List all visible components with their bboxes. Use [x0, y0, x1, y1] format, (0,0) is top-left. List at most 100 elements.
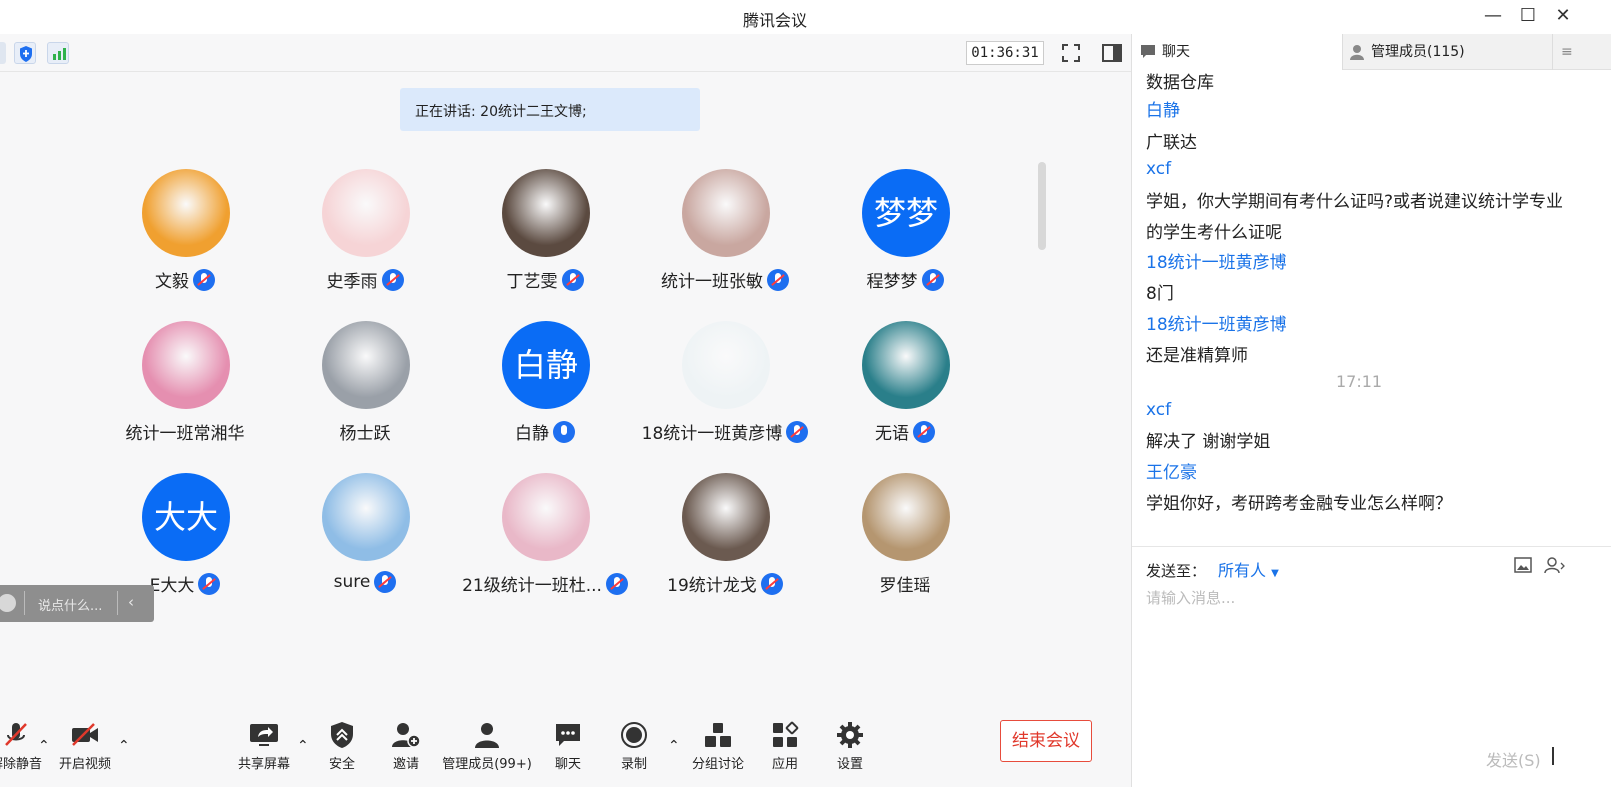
- participant-tile[interactable]: 无语: [815, 321, 995, 461]
- chat-tab-icon: [1141, 45, 1155, 58]
- tab-chat[interactable]: 聊天: [1132, 34, 1342, 70]
- participant-name: 程梦梦: [866, 272, 918, 292]
- manage-members-label: 管理成员(99+): [442, 757, 532, 772]
- apps-icon: [769, 720, 801, 750]
- video-options-chevron-icon[interactable]: ⌃: [118, 738, 130, 754]
- mic-muted-icon: [767, 268, 789, 291]
- message-text: 解决了 谢谢学姐: [1146, 432, 1271, 452]
- participant-tile[interactable]: 18统计一班黄彦博: [635, 321, 815, 461]
- participant-tile[interactable]: 罗佳瑶: [815, 473, 995, 613]
- minimize-icon[interactable]: —: [1480, 4, 1506, 28]
- message-sender[interactable]: 18统计一班黄彦博: [1146, 248, 1287, 273]
- record-button[interactable]: 录制: [614, 720, 654, 772]
- participant-name-row: 无语: [815, 419, 995, 444]
- image-icon[interactable]: [1514, 557, 1532, 577]
- chat-button[interactable]: 聊天: [548, 720, 588, 772]
- message-text: 还是准精算师: [1146, 346, 1248, 366]
- sidebar-toggle-icon[interactable]: [1101, 42, 1123, 64]
- apps-button[interactable]: 应用: [765, 720, 805, 772]
- participant-name: 统计一班张敏: [661, 272, 763, 292]
- participant-tile[interactable]: 杨士跃: [275, 321, 455, 461]
- recipient-value: 所有人: [1218, 561, 1267, 580]
- breakout-button[interactable]: 分组讨论: [690, 720, 746, 772]
- participant-name: E大大: [149, 576, 195, 596]
- breakout-icon: [702, 720, 734, 750]
- tab-members-label: 管理成员(115): [1371, 44, 1465, 60]
- recipient-select[interactable]: 所有人 ▼: [1218, 561, 1279, 580]
- send-button[interactable]: 发送(S): [1486, 747, 1541, 771]
- participant-tile[interactable]: 统计一班张敏: [635, 169, 815, 309]
- participant-tile[interactable]: 21级统计一班杜...: [455, 473, 635, 613]
- security-label: 安全: [328, 757, 355, 772]
- mic-muted-icon: [760, 572, 783, 595]
- avatar: [862, 473, 950, 561]
- share-options-chevron-icon[interactable]: ⌃: [297, 738, 309, 754]
- participant-tile[interactable]: sure: [275, 473, 455, 613]
- gear-icon: [834, 720, 866, 750]
- message-input[interactable]: 请输入消息...: [1146, 587, 1235, 608]
- quick-chat-bubble[interactable]: 说点什么... ‹: [0, 585, 154, 622]
- manage-members-button[interactable]: 管理成员(99+): [441, 720, 533, 772]
- speaking-indicator: 正在讲话: 20统计二王文博;: [400, 88, 700, 131]
- title-bar: 腾讯会议 — ☐ ✕: [0, 0, 1611, 34]
- shield-icon[interactable]: [14, 42, 36, 64]
- participant-name: 罗佳瑶: [879, 576, 931, 596]
- participant-tile[interactable]: 丁艺雯: [455, 169, 635, 309]
- participant-name: 杨士跃: [339, 424, 391, 444]
- emoji-icon[interactable]: [0, 594, 16, 612]
- participant-name-row: 21级统计一班杜...: [455, 571, 635, 596]
- mic-muted-icon: [381, 268, 404, 291]
- security-button[interactable]: 安全: [322, 720, 362, 772]
- participant-tile[interactable]: 文毅: [95, 169, 275, 309]
- apps-label: 应用: [771, 757, 798, 772]
- message-sender[interactable]: 18统计一班黄彦博: [1146, 310, 1287, 335]
- audio-options-chevron-icon[interactable]: ⌃: [38, 738, 50, 754]
- signal-icon[interactable]: [47, 42, 69, 64]
- grid-scrollbar[interactable]: [1038, 162, 1046, 250]
- close-icon[interactable]: ✕: [1550, 4, 1576, 28]
- message-sender[interactable]: xcf: [1146, 159, 1171, 179]
- send-to-label: 发送至：: [1146, 562, 1207, 580]
- settings-button[interactable]: 设置: [830, 720, 870, 772]
- participant-name-row: 杨士跃: [275, 419, 455, 444]
- quick-chat-placeholder: 说点什么...: [38, 599, 103, 614]
- participant-tile[interactable]: 史季雨: [275, 169, 455, 309]
- info-icon[interactable]: [0, 42, 6, 64]
- members-icon: [471, 720, 503, 750]
- avatar: [322, 169, 410, 257]
- tab-members[interactable]: 管理成员(115): [1342, 34, 1552, 70]
- participant-name-row: 罗佳瑶: [815, 571, 995, 596]
- participant-tile[interactable]: 统计一班常湘华: [95, 321, 275, 461]
- chat-label: 聊天: [554, 757, 581, 772]
- panel-menu-icon[interactable]: ≡: [1552, 34, 1611, 70]
- message-sender[interactable]: 王亿豪: [1146, 458, 1197, 483]
- participant-name-row: 文毅: [95, 267, 275, 292]
- record-icon: [618, 720, 650, 750]
- participant-tile[interactable]: 梦梦 程梦梦: [815, 169, 995, 309]
- chat-icon: [552, 720, 584, 750]
- share-screen-icon: [248, 720, 280, 750]
- start-video-button[interactable]: 开启视频: [55, 720, 115, 772]
- avatar: [682, 473, 770, 561]
- collapse-icon[interactable]: ‹: [128, 593, 134, 611]
- file-share-icon[interactable]: [1544, 557, 1566, 577]
- participant-tile[interactable]: 19统计龙戈: [635, 473, 815, 613]
- invite-button[interactable]: 邀请: [386, 720, 426, 772]
- message-timestamp: 17:11: [1336, 372, 1383, 391]
- participant-tile[interactable]: 白静 白静: [455, 321, 635, 461]
- avatar: [502, 169, 590, 257]
- participant-name: 18统计一班黄彦博: [641, 424, 783, 444]
- message-sender[interactable]: 白静: [1146, 96, 1180, 121]
- avatar: [142, 169, 230, 257]
- fullscreen-icon[interactable]: [1060, 42, 1082, 64]
- end-meeting-button[interactable]: 结束会议: [1000, 720, 1092, 762]
- resize-handle[interactable]: [1552, 747, 1562, 765]
- message-sender[interactable]: xcf: [1146, 400, 1171, 420]
- maximize-icon[interactable]: ☐: [1515, 4, 1541, 28]
- share-screen-button[interactable]: 共享屏幕: [234, 720, 294, 772]
- message-text: 8门: [1146, 284, 1174, 304]
- invite-label: 邀请: [392, 757, 419, 772]
- record-options-chevron-icon[interactable]: ⌃: [668, 738, 680, 754]
- participant-name: 19统计龙戈: [667, 576, 757, 596]
- avatar: 大大: [142, 473, 230, 561]
